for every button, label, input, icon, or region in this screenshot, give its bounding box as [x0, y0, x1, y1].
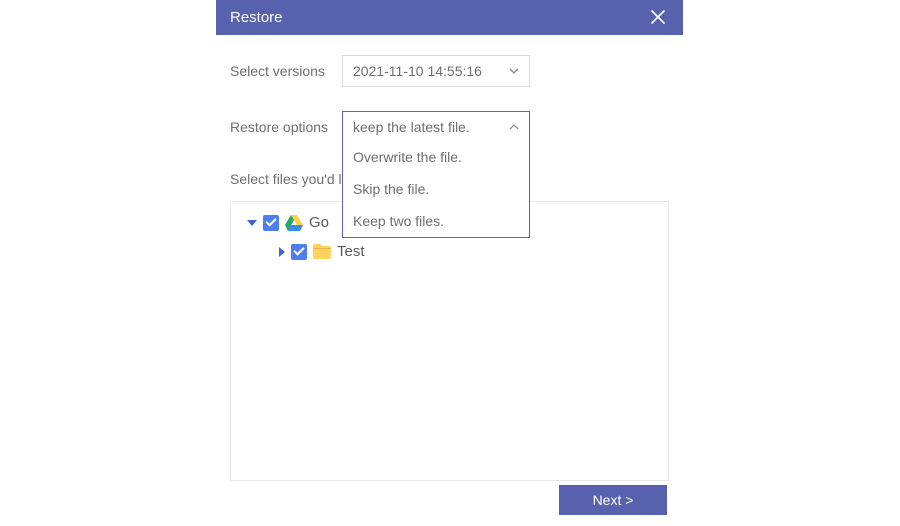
file-tree: Go Test	[230, 201, 669, 481]
checkbox-google-drive[interactable]	[263, 215, 279, 231]
versions-value: 2021-11-10 14:55:16	[353, 63, 482, 79]
option-overwrite[interactable]: Overwrite the file.	[343, 141, 529, 173]
dialog-title: Restore	[230, 9, 283, 26]
caret-down-icon[interactable]	[247, 220, 257, 226]
options-row: Restore options keep the latest file.	[230, 111, 669, 143]
close-icon[interactable]	[647, 5, 669, 31]
checkbox-test[interactable]	[291, 244, 307, 260]
folder-icon	[313, 244, 331, 259]
caret-right-icon[interactable]	[279, 247, 285, 257]
restore-dialog: Restore Select versions 2021-11-10 14:55…	[216, 0, 683, 525]
tree-node-test: Test	[279, 243, 658, 260]
dialog-body: Select versions 2021-11-10 14:55:16 Rest…	[216, 35, 683, 525]
titlebar: Restore	[216, 0, 683, 35]
options-label: Restore options	[230, 119, 342, 135]
option-keep-two[interactable]: Keep two files.	[343, 205, 529, 237]
options-value: keep the latest file.	[353, 119, 470, 135]
versions-select[interactable]: 2021-11-10 14:55:16	[342, 55, 530, 87]
versions-label: Select versions	[230, 63, 342, 79]
google-drive-icon	[285, 215, 303, 231]
chevron-down-icon	[509, 66, 519, 77]
chevron-up-icon	[509, 122, 519, 133]
tree-node-label: Go	[309, 214, 329, 231]
tree-node-label: Test	[337, 243, 365, 260]
options-dropdown: Overwrite the file. Skip the file. Keep …	[342, 141, 530, 238]
next-button[interactable]: Next >	[559, 485, 667, 515]
option-skip[interactable]: Skip the file.	[343, 173, 529, 205]
footer: Next >	[230, 481, 669, 515]
versions-row: Select versions 2021-11-10 14:55:16	[230, 55, 669, 87]
options-select[interactable]: keep the latest file.	[342, 111, 530, 143]
